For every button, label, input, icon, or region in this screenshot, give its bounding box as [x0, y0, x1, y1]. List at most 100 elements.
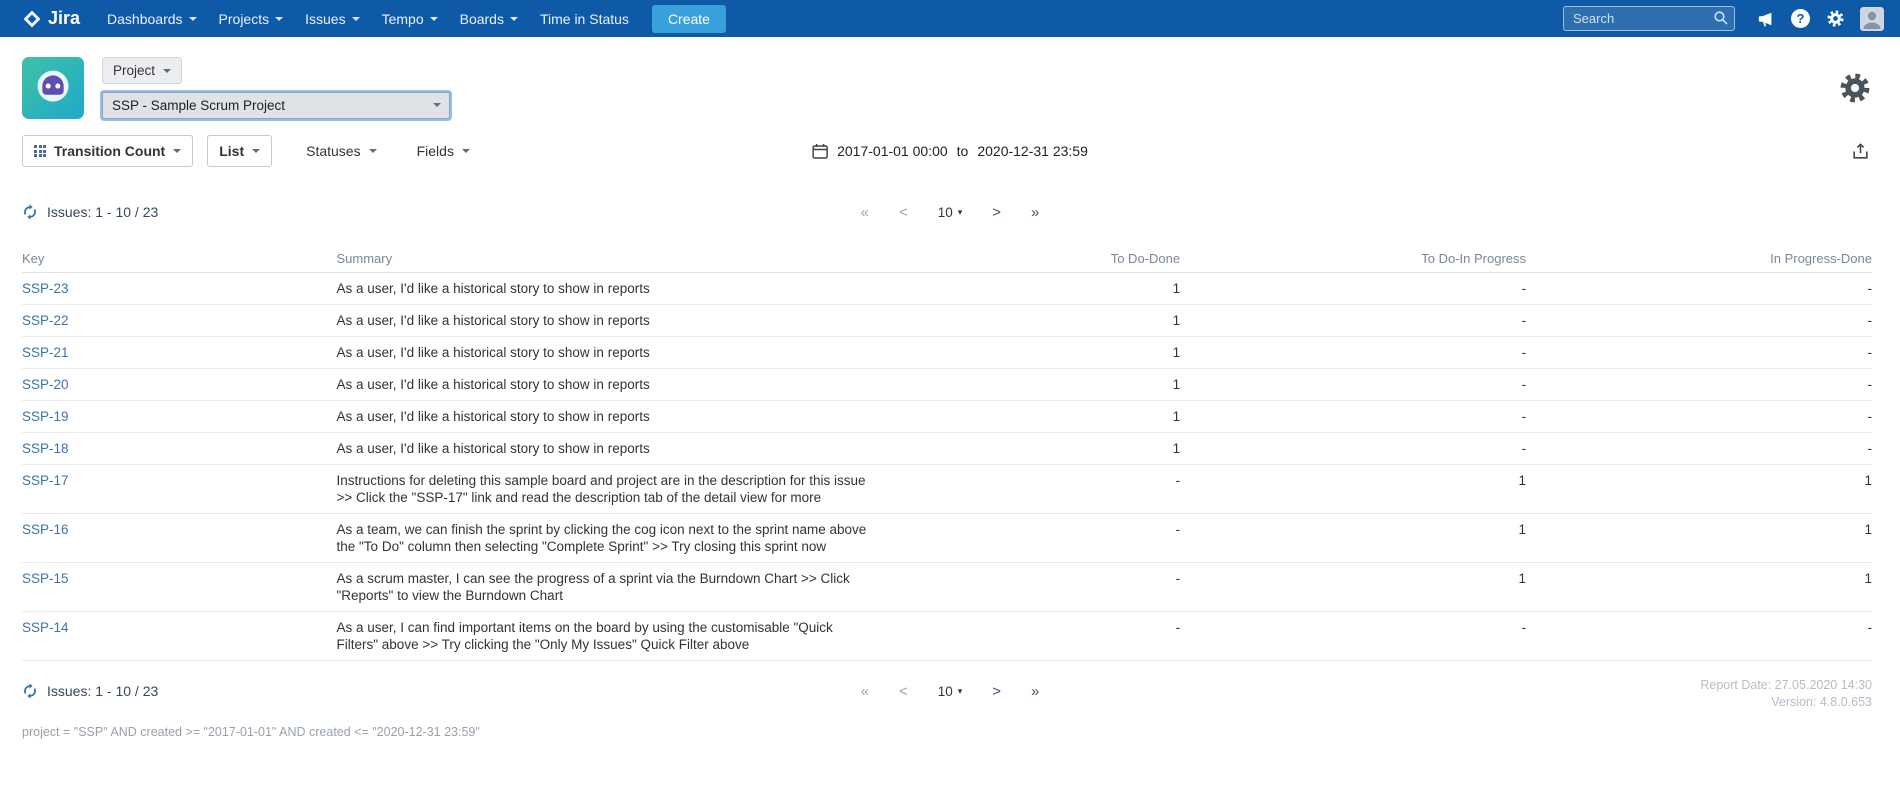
date-separator: to — [957, 143, 969, 159]
nav-item-label: Projects — [219, 11, 270, 27]
issue-key-link[interactable]: SSP-17 — [22, 473, 69, 488]
page-size-value: 10 — [938, 205, 953, 220]
summary-cell: Instructions for deleting this sample bo… — [337, 472, 872, 506]
column-header-summary[interactable]: Summary — [337, 245, 948, 273]
search-box — [1563, 6, 1735, 31]
version-label: Version: 4.8.0.653 — [1700, 694, 1872, 711]
statuses-label: Statuses — [306, 143, 360, 159]
issue-key-link[interactable]: SSP-23 — [22, 281, 69, 296]
transition-count-button[interactable]: Transition Count — [22, 135, 193, 167]
date-range-picker[interactable]: 2017-01-01 00:00 to 2020-12-31 23:59 — [812, 143, 1088, 159]
jira-logo[interactable]: Jira — [22, 8, 80, 29]
chevron-down-icon: ▾ — [958, 207, 963, 218]
gear-icon[interactable] — [1822, 6, 1848, 32]
summary-cell: As a user, I can find important items on… — [337, 619, 872, 653]
column-header-key[interactable]: Key — [22, 245, 337, 273]
table-header-row: Key Summary To Do-Done To Do-In Progress… — [22, 245, 1872, 273]
table-row: SSP-22 As a user, I'd like a historical … — [22, 305, 1872, 337]
todo-done-cell: 1 — [947, 433, 1180, 465]
issue-key-link[interactable]: SSP-21 — [22, 345, 69, 360]
inprogress-done-cell: - — [1526, 369, 1872, 401]
todo-inprogress-cell: 1 — [1180, 514, 1526, 563]
report-toolbar: Transition Count List Statuses Fields 20… — [0, 133, 1900, 169]
project-type-label: Project — [113, 63, 155, 78]
pagination-page-size-dropdown[interactable]: 10 ▾ — [938, 684, 963, 699]
todo-done-cell: 1 — [947, 401, 1180, 433]
table-row: SSP-21 As a user, I'd like a historical … — [22, 337, 1872, 369]
export-icon[interactable] — [1851, 142, 1870, 161]
settings-gear-icon[interactable] — [1838, 71, 1872, 110]
issues-table: Key Summary To Do-Done To Do-In Progress… — [22, 245, 1872, 661]
todo-done-cell: 1 — [947, 305, 1180, 337]
table-row: SSP-23 As a user, I'd like a historical … — [22, 273, 1872, 305]
transition-count-label: Transition Count — [54, 143, 165, 159]
search-icon[interactable] — [1713, 10, 1729, 31]
issue-key-link[interactable]: SSP-20 — [22, 377, 69, 392]
issue-key-link[interactable]: SSP-15 — [22, 571, 69, 586]
view-list-button[interactable]: List — [207, 135, 272, 167]
chevron-down-icon — [510, 17, 518, 21]
user-avatar[interactable] — [1860, 7, 1884, 31]
view-list-label: List — [219, 143, 244, 159]
issue-key-link[interactable]: SSP-16 — [22, 522, 69, 537]
chevron-down-icon — [252, 149, 260, 153]
project-select[interactable]: SSP - Sample Scrum Project — [102, 92, 450, 119]
nav-item-issues[interactable]: Issues — [294, 0, 370, 37]
chevron-down-icon — [189, 17, 197, 21]
pagination-first-button[interactable]: « — [861, 683, 869, 700]
pagination-next-button[interactable]: > — [992, 683, 1001, 700]
refresh-icon[interactable] — [22, 683, 38, 699]
pagination-next-button[interactable]: > — [992, 204, 1001, 221]
summary-cell: As a user, I'd like a historical story t… — [337, 312, 872, 329]
table-row: SSP-14 As a user, I can find important i… — [22, 612, 1872, 661]
chevron-down-icon — [275, 17, 283, 21]
nav-item-dashboards[interactable]: Dashboards — [96, 0, 208, 37]
project-avatar[interactable] — [22, 57, 84, 119]
page-size-value: 10 — [938, 684, 953, 699]
summary-cell: As a user, I'd like a historical story t… — [337, 344, 872, 361]
jql-query-text: project = "SSP" AND created >= "2017-01-… — [0, 725, 1900, 739]
issue-key-link[interactable]: SSP-19 — [22, 409, 69, 424]
issue-key-link[interactable]: SSP-18 — [22, 441, 69, 456]
summary-cell: As a user, I'd like a historical story t… — [337, 440, 872, 457]
chevron-down-icon — [462, 149, 470, 153]
inprogress-done-cell: - — [1526, 273, 1872, 305]
table-row: SSP-17 Instructions for deleting this sa… — [22, 465, 1872, 514]
announcement-icon[interactable] — [1753, 6, 1779, 32]
todo-inprogress-cell: - — [1180, 612, 1526, 661]
chevron-down-icon — [173, 149, 181, 153]
help-icon[interactable]: ? — [1791, 9, 1810, 28]
top-navbar: Jira Dashboards Projects Issues Tempo Bo… — [0, 0, 1900, 37]
refresh-icon[interactable] — [22, 204, 38, 220]
pagination-last-button[interactable]: » — [1031, 204, 1039, 221]
issue-key-link[interactable]: SSP-22 — [22, 313, 69, 328]
todo-inprogress-cell: 1 — [1180, 563, 1526, 612]
chevron-down-icon — [352, 17, 360, 21]
project-type-button[interactable]: Project — [102, 57, 182, 84]
todo-done-cell: - — [947, 465, 1180, 514]
search-input[interactable] — [1563, 6, 1735, 31]
chevron-down-icon — [430, 17, 438, 21]
fields-button[interactable]: Fields — [411, 136, 476, 166]
project-header: Project SSP - Sample Scrum Project — [0, 37, 1900, 119]
pagination-first-button[interactable]: « — [861, 204, 869, 221]
create-button[interactable]: Create — [652, 5, 726, 33]
chevron-down-icon: ▾ — [958, 686, 963, 697]
pagination-page-size-dropdown[interactable]: 10 ▾ — [938, 205, 963, 220]
nav-item-projects[interactable]: Projects — [208, 0, 295, 37]
column-header-todo-inprogress[interactable]: To Do-In Progress — [1180, 245, 1526, 273]
issues-bar-top: Issues: 1 - 10 / 23 « < 10 ▾ > » — [0, 199, 1900, 225]
todo-inprogress-cell: - — [1180, 369, 1526, 401]
statuses-button[interactable]: Statuses — [300, 136, 382, 166]
nav-item-tempo[interactable]: Tempo — [371, 0, 449, 37]
nav-item-boards[interactable]: Boards — [449, 0, 529, 37]
pagination-prev-button[interactable]: < — [899, 683, 908, 700]
summary-cell: As a user, I'd like a historical story t… — [337, 408, 872, 425]
pagination-last-button[interactable]: » — [1031, 683, 1039, 700]
column-header-inprogress-done[interactable]: In Progress-Done — [1526, 245, 1872, 273]
pagination-prev-button[interactable]: < — [899, 204, 908, 221]
table-row: SSP-19 As a user, I'd like a historical … — [22, 401, 1872, 433]
column-header-todo-done[interactable]: To Do-Done — [947, 245, 1180, 273]
nav-item-time-in-status[interactable]: Time in Status — [529, 0, 640, 37]
issue-key-link[interactable]: SSP-14 — [22, 620, 69, 635]
